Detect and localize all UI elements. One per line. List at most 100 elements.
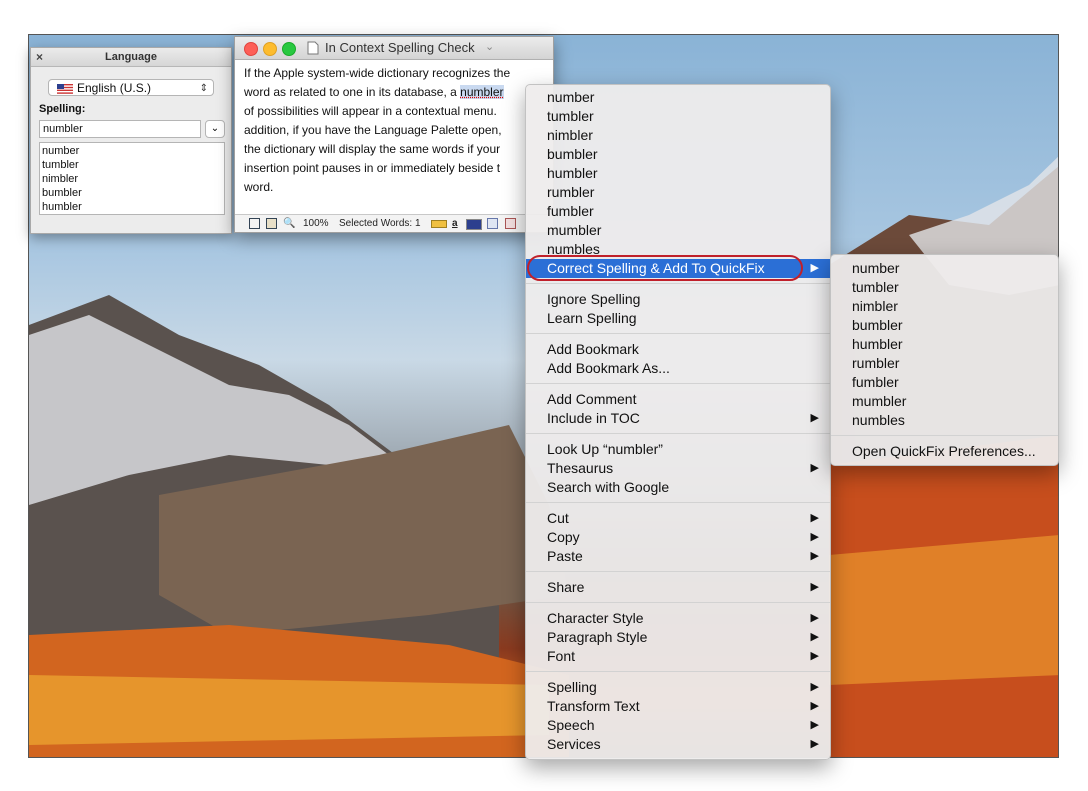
zoom-level[interactable]: 100% (303, 215, 329, 232)
submenu-arrow-icon: ▶ (810, 550, 819, 562)
list-item[interactable]: humbler (42, 200, 222, 214)
submenu-arrow-icon: ▶ (810, 650, 819, 662)
close-icon[interactable]: × (36, 48, 43, 66)
text-line: the dictionary will display the same wor… (244, 142, 501, 156)
document-window: In Context Spelling Check ⌄ If the Apple… (234, 36, 554, 233)
include-toc-menu-item[interactable]: Include in TOC ▶ (526, 409, 830, 428)
cut-menu-item[interactable]: Cut ▶ (526, 509, 830, 528)
look-up-menu-item[interactable]: Look Up “numbler” (526, 440, 830, 459)
list-item[interactable]: bumbler (42, 186, 222, 200)
text-line: of possibilities will appear in a contex… (244, 104, 497, 118)
menu-separator (526, 671, 830, 672)
submenu-suggestion-item[interactable]: mumbler (831, 392, 1058, 411)
submenu-arrow-icon: ▶ (810, 531, 819, 543)
chevron-updown-icon: ⇕ (199, 83, 208, 94)
submenu-suggestion-item[interactable]: tumbler (831, 278, 1058, 297)
clipboard-icon[interactable] (266, 218, 277, 229)
layout-icon[interactable] (249, 218, 260, 229)
annotation-highlight-ring (527, 255, 803, 281)
frame-icon[interactable] (505, 218, 516, 229)
menu-separator (526, 383, 830, 384)
speech-menu-item[interactable]: Speech ▶ (526, 716, 830, 735)
add-comment-menu-item[interactable]: Add Comment (526, 390, 830, 409)
submenu-arrow-icon: ▶ (810, 462, 819, 474)
text-line: If the Apple system-wide dictionary reco… (244, 66, 511, 80)
submenu-suggestion-item[interactable]: humbler (831, 335, 1058, 354)
suggestion-item[interactable]: number (526, 88, 830, 107)
us-flag-icon[interactable] (466, 219, 482, 230)
search-google-menu-item[interactable]: Search with Google (526, 478, 830, 497)
suggestion-item[interactable]: rumbler (526, 183, 830, 202)
close-window-button[interactable] (244, 42, 258, 56)
suggestion-list[interactable]: number tumbler nimbler bumbler humbler (39, 142, 225, 215)
menu-separator (526, 502, 830, 503)
transform-text-menu-item[interactable]: Transform Text ▶ (526, 697, 830, 716)
menu-separator (526, 333, 830, 334)
submenu-suggestion-item[interactable]: fumbler (831, 373, 1058, 392)
chevron-down-icon[interactable]: ⌄ (485, 40, 494, 53)
suggestion-item[interactable]: fumbler (526, 202, 830, 221)
minimize-window-button[interactable] (263, 42, 277, 56)
spelling-dropdown-button[interactable]: ⌄ (205, 120, 225, 138)
document-icon (307, 41, 319, 55)
ruler-icon[interactable] (431, 220, 447, 228)
list-item[interactable]: nimbler (42, 172, 222, 186)
learn-spelling-menu-item[interactable]: Learn Spelling (526, 309, 830, 328)
font-style-icon[interactable]: a (452, 215, 458, 232)
menu-separator (526, 433, 830, 434)
selected-word[interactable]: numbler (460, 85, 504, 99)
selected-words-count: Selected Words: 1 (339, 218, 421, 229)
submenu-arrow-icon: ▶ (810, 612, 819, 624)
suggestion-item[interactable]: bumbler (526, 145, 830, 164)
suggestion-item[interactable]: mumbler (526, 221, 830, 240)
document-text[interactable]: If the Apple system-wide dictionary reco… (244, 64, 544, 197)
list-item[interactable]: number (42, 144, 222, 158)
menu-separator (831, 435, 1058, 436)
spelling-label: Spelling: (39, 103, 86, 115)
services-menu-item[interactable]: Services ▶ (526, 735, 830, 754)
document-titlebar: In Context Spelling Check ⌄ (235, 37, 553, 60)
ignore-spelling-menu-item[interactable]: Ignore Spelling (526, 290, 830, 309)
zoom-window-button[interactable] (282, 42, 296, 56)
submenu-suggestion-item[interactable]: bumbler (831, 316, 1058, 335)
menu-separator (526, 283, 830, 284)
status-bar: 🔍 100% Selected Words: 1 a (235, 214, 553, 232)
window-title: In Context Spelling Check (325, 40, 475, 55)
language-palette: × Language English (U.S.) ⇕ Spelling: nu… (30, 47, 232, 234)
frame-icon[interactable] (487, 218, 498, 229)
magnifier-icon[interactable]: 🔍 (283, 215, 295, 232)
submenu-suggestion-item[interactable]: number (831, 259, 1058, 278)
submenu-arrow-icon: ▶ (810, 512, 819, 524)
menu-separator (526, 602, 830, 603)
thesaurus-menu-item[interactable]: Thesaurus ▶ (526, 459, 830, 478)
paragraph-style-menu-item[interactable]: Paragraph Style ▶ (526, 628, 830, 647)
text-line: word as related to one in its database, … (244, 85, 461, 99)
submenu-arrow-icon: ▶ (810, 631, 819, 643)
submenu-arrow-icon: ▶ (810, 262, 819, 274)
submenu-arrow-icon: ▶ (810, 738, 819, 750)
quickfix-submenu: number tumbler nimbler bumbler humbler r… (830, 254, 1059, 466)
suggestion-item[interactable]: humbler (526, 164, 830, 183)
spelling-field[interactable]: numbler (39, 120, 201, 138)
copy-menu-item[interactable]: Copy ▶ (526, 528, 830, 547)
language-select[interactable]: English (U.S.) ⇕ (48, 79, 214, 96)
add-bookmark-menu-item[interactable]: Add Bookmark (526, 340, 830, 359)
submenu-suggestion-item[interactable]: rumbler (831, 354, 1058, 373)
submenu-arrow-icon: ▶ (810, 681, 819, 693)
list-item[interactable]: tumbler (42, 158, 222, 172)
character-style-menu-item[interactable]: Character Style ▶ (526, 609, 830, 628)
add-bookmark-as-menu-item[interactable]: Add Bookmark As... (526, 359, 830, 378)
spelling-menu-item[interactable]: Spelling ▶ (526, 678, 830, 697)
open-quickfix-preferences-menu-item[interactable]: Open QuickFix Preferences... (831, 442, 1058, 461)
submenu-arrow-icon: ▶ (810, 581, 819, 593)
text-line: word. (244, 180, 274, 194)
suggestion-item[interactable]: nimbler (526, 126, 830, 145)
suggestion-item[interactable]: tumbler (526, 107, 830, 126)
submenu-suggestion-item[interactable]: numbles (831, 411, 1058, 430)
paste-menu-item[interactable]: Paste ▶ (526, 547, 830, 566)
font-menu-item[interactable]: Font ▶ (526, 647, 830, 666)
submenu-suggestion-item[interactable]: nimbler (831, 297, 1058, 316)
share-menu-item[interactable]: Share ▶ (526, 578, 830, 597)
menu-separator (526, 571, 830, 572)
us-flag-icon (57, 84, 73, 94)
